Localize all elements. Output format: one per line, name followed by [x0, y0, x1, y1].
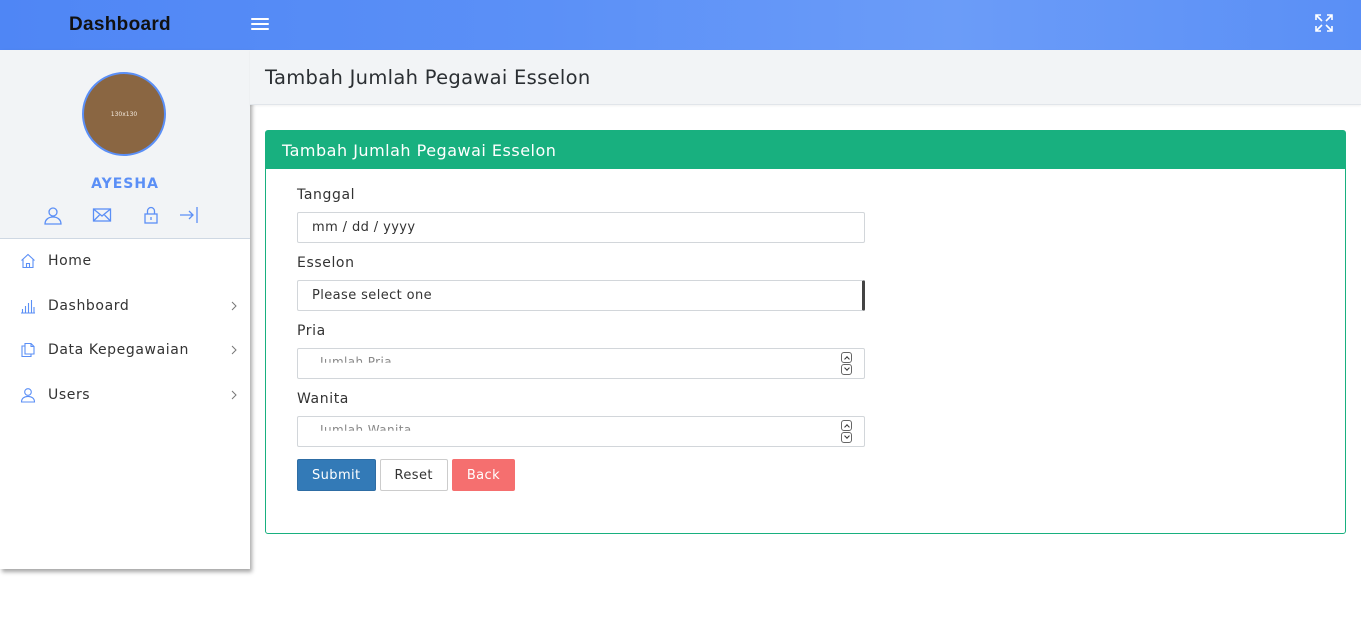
- page-title: Tambah Jumlah Pegawai Esselon: [265, 66, 591, 89]
- form-panel: Tambah Jumlah Pegawai Esselon Tanggal mm…: [265, 130, 1346, 534]
- reset-button[interactable]: Reset: [379, 459, 448, 491]
- wanita-placeholder: Jumlah Wanita: [320, 423, 412, 437]
- brand-title[interactable]: Dashboard: [0, 0, 250, 50]
- esselon-label: Esselon: [297, 255, 355, 271]
- sidebar-item-users[interactable]: Users: [0, 373, 250, 418]
- tanggal-placeholder: mm / dd / yyyy: [312, 220, 416, 235]
- spinner-down-icon[interactable]: [841, 364, 852, 375]
- spinner-down-icon[interactable]: [841, 432, 852, 443]
- bar-chart-icon: [21, 299, 35, 314]
- number-spinner[interactable]: [841, 352, 852, 375]
- form-actions: Submit Reset Back: [297, 459, 865, 491]
- chevron-right-icon: [231, 301, 237, 311]
- tanggal-date-input[interactable]: mm / dd / yyyy: [297, 212, 865, 243]
- pria-label: Pria: [297, 323, 326, 339]
- documents-icon: [21, 343, 35, 358]
- top-navbar: Dashboard: [0, 0, 1361, 50]
- tanggal-label: Tanggal: [297, 187, 356, 203]
- content-header: Tambah Jumlah Pegawai Esselon: [250, 50, 1361, 105]
- user-icon[interactable]: [43, 205, 63, 225]
- avatar[interactable]: 130x130: [82, 72, 166, 156]
- chevron-right-icon: [231, 345, 237, 355]
- pria-number-input[interactable]: Jumlah Pria: [297, 348, 865, 379]
- pria-placeholder: Jumlah Pria: [320, 355, 392, 369]
- spinner-up-icon[interactable]: [841, 420, 852, 431]
- fullscreen-icon[interactable]: [1314, 13, 1334, 33]
- home-icon: [21, 254, 35, 269]
- sidebar-item-label: Data Kepegawaian: [48, 342, 189, 359]
- pria-group: Pria Jumlah Pria: [297, 323, 865, 379]
- logout-icon[interactable]: [179, 205, 199, 225]
- user-profile-panel: 130x130 AYESHA: [0, 50, 250, 239]
- profile-actions: [0, 205, 250, 225]
- number-spinner[interactable]: [841, 420, 852, 443]
- esselon-selected-value: Please select one: [312, 288, 433, 303]
- tanggal-group: Tanggal mm / dd / yyyy: [297, 187, 865, 243]
- sidebar-item-label: Users: [48, 386, 91, 403]
- esselon-select[interactable]: Please select one: [297, 280, 865, 311]
- esselon-group: Esselon Please select one: [297, 255, 865, 311]
- esselon-form: Tanggal mm / dd / yyyy Esselon Please se…: [297, 187, 865, 491]
- sidebar-item-data-kepegawaian[interactable]: Data Kepegawaian: [0, 328, 250, 373]
- spinner-up-icon[interactable]: [841, 352, 852, 363]
- sidebar-item-dashboard[interactable]: Dashboard: [0, 284, 250, 329]
- sidebar: 130x130 AYESHA Home Dashboard Data Kepeg…: [0, 50, 250, 569]
- back-button[interactable]: Back: [451, 459, 516, 491]
- wanita-label: Wanita: [297, 391, 349, 407]
- sidebar-item-label: Home: [48, 253, 92, 270]
- chevron-right-icon: [231, 390, 237, 400]
- username: AYESHA: [91, 176, 159, 192]
- submit-button[interactable]: Submit: [297, 459, 376, 491]
- wanita-group: Wanita Jumlah Wanita: [297, 391, 865, 447]
- sidebar-item-home[interactable]: Home: [0, 239, 250, 284]
- user-icon: [20, 387, 36, 403]
- mail-icon[interactable]: [92, 205, 112, 225]
- sidebar-item-label: Dashboard: [48, 297, 130, 314]
- avatar-placeholder-text: 130x130: [110, 110, 138, 118]
- lock-icon[interactable]: [141, 205, 161, 225]
- wanita-number-input[interactable]: Jumlah Wanita: [297, 416, 865, 447]
- panel-title: Tambah Jumlah Pegawai Esselon: [266, 131, 1345, 169]
- sidebar-menu: Home Dashboard Data Kepegawaian Users: [0, 239, 250, 417]
- hamburger-icon[interactable]: [250, 15, 270, 35]
